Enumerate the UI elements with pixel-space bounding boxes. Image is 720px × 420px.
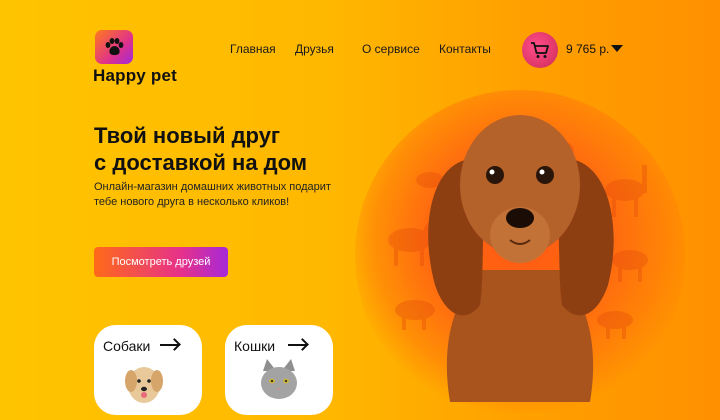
cart-balance[interactable]: 9 765 р. (566, 42, 609, 56)
cart-button[interactable] (522, 32, 558, 68)
brand-name: Happy pet (93, 66, 177, 85)
hero-title-line-1: Твой новый друг (94, 123, 281, 148)
dog-thumbnail-image (125, 367, 163, 403)
arrow-right-icon (288, 344, 306, 346)
hero-title: Твой новый друг с доставкой на дом (94, 122, 374, 176)
caret-down-icon[interactable] (611, 45, 623, 52)
arrow-right-icon (160, 344, 178, 346)
category-label: Кошки (234, 338, 276, 354)
paw-icon (105, 38, 124, 56)
hero-subtitle: Онлайн-магазин домашних животных подарит… (94, 181, 331, 208)
hero-dog-image (428, 115, 614, 402)
view-friends-button[interactable]: Посмотреть друзей (94, 247, 228, 277)
cart-icon (531, 42, 549, 58)
hero-title-line-2: с доставкой на дом (94, 150, 308, 175)
nav-item-contacts[interactable]: Контакты (439, 42, 491, 56)
logo[interactable] (95, 30, 133, 64)
nav-item-about[interactable]: О сервисе (362, 42, 420, 56)
nav-item-home[interactable]: Главная (230, 42, 276, 56)
category-label: Собаки (103, 338, 151, 354)
cat-thumbnail-image (261, 359, 297, 399)
nav-item-friends[interactable]: Друзья (295, 42, 334, 56)
